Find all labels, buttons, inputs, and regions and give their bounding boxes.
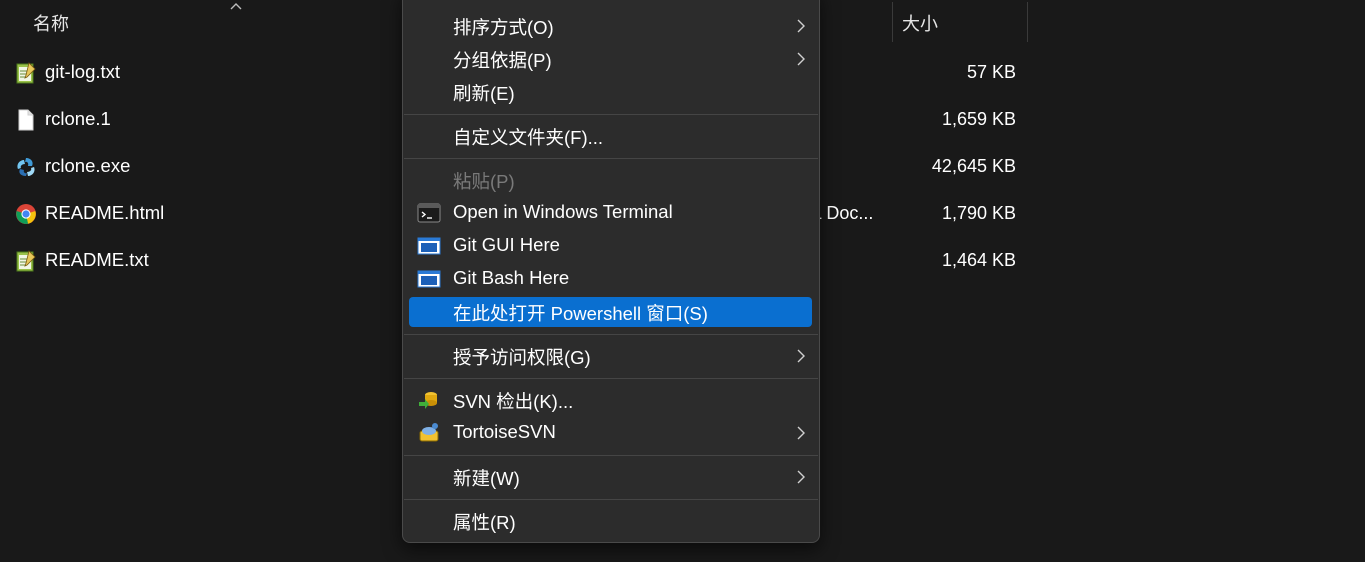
git-gui-icon	[417, 237, 441, 255]
chevron-right-icon	[797, 470, 805, 484]
menu-item-label: 在此处打开 Powershell 窗口(S)	[453, 303, 708, 324]
menu-item-git-gui[interactable]: Git GUI Here	[409, 231, 812, 261]
menu-item-label: Git Bash Here	[453, 267, 570, 288]
menu-item-open-terminal[interactable]: Open in Windows Terminal	[409, 198, 812, 228]
menu-separator	[404, 334, 818, 335]
menu-item-refresh[interactable]: 刷新(E)	[409, 77, 812, 107]
menu-item-svn-checkout[interactable]: SVN 检出(K)...	[409, 385, 812, 415]
notepad-text-file-icon	[16, 250, 36, 272]
menu-item-label: 分组依据(P)	[453, 50, 552, 71]
file-size: 1,659 KB	[941, 109, 1016, 129]
file-name: README.txt	[45, 249, 149, 270]
menu-separator	[404, 114, 818, 115]
file-size: 57 KB	[966, 62, 1016, 82]
chevron-right-icon	[797, 349, 805, 363]
chevron-right-icon	[797, 19, 805, 33]
menu-item-customize-folder[interactable]: 自定义文件夹(F)...	[409, 121, 812, 151]
menu-item-label: 自定义文件夹(F)...	[453, 127, 604, 148]
menu-item-label: Open in Windows Terminal	[453, 201, 673, 222]
git-bash-icon	[417, 270, 441, 288]
chrome-icon	[16, 204, 36, 224]
menu-item-label: 刷新(E)	[453, 83, 515, 104]
menu-separator	[404, 158, 818, 159]
menu-item-label: SVN 检出(K)...	[453, 391, 574, 412]
column-divider[interactable]	[1027, 2, 1028, 42]
menu-item-label: Git GUI Here	[453, 234, 560, 255]
menu-item-group-by[interactable]: 分组依据(P)	[409, 44, 812, 74]
menu-separator	[404, 455, 818, 456]
file-name: git-log.txt	[45, 61, 121, 82]
svn-checkout-icon	[419, 392, 437, 409]
menu-item-paste: 粘贴(P)	[409, 165, 812, 195]
file-size: 1,790 KB	[941, 203, 1016, 223]
blank-file-icon	[18, 109, 34, 131]
menu-separator	[404, 499, 818, 500]
menu-item-git-bash[interactable]: Git Bash Here	[409, 264, 812, 294]
file-explorer: 名称 大小 git-log.txt 57 KB rclone.1 1,659 K…	[0, 0, 1365, 562]
menu-separator	[404, 378, 818, 379]
file-name: rclone.exe	[45, 155, 131, 176]
column-header-size[interactable]: 大小	[902, 10, 938, 36]
terminal-icon	[417, 203, 441, 223]
file-name: rclone.1	[45, 108, 111, 129]
menu-item-label: 粘贴(P)	[453, 171, 515, 192]
menu-item-label: 新建(W)	[453, 468, 520, 489]
menu-item-label: 授予访问权限(G)	[453, 347, 591, 368]
menu-item-sort-by[interactable]: 排序方式(O)	[409, 11, 812, 41]
menu-item-tortoisesvn[interactable]: TortoiseSVN	[409, 418, 812, 448]
file-size: 1,464 KB	[941, 250, 1016, 270]
notepad-text-file-icon	[16, 62, 36, 84]
menu-item-label: 排序方式(O)	[453, 17, 554, 38]
column-header-name[interactable]: 名称	[33, 10, 69, 36]
rclone-app-icon	[17, 158, 35, 176]
file-name: README.html	[45, 202, 165, 223]
file-type: L Doc...	[812, 203, 874, 223]
menu-item-label: 属性(R)	[453, 512, 516, 533]
context-menu: 排序方式(O) 分组依据(P) 刷新(E) 自定义文件夹(F)... 粘贴(P)	[402, 0, 820, 543]
menu-item-label: TortoiseSVN	[453, 421, 556, 442]
menu-item-properties[interactable]: 属性(R)	[409, 506, 812, 536]
menu-item-new[interactable]: 新建(W)	[409, 462, 812, 492]
chevron-right-icon	[797, 52, 805, 66]
menu-item-open-powershell[interactable]: 在此处打开 Powershell 窗口(S)	[409, 297, 812, 327]
sort-ascending-icon	[230, 3, 242, 10]
menu-item-grant-access[interactable]: 授予访问权限(G)	[409, 341, 812, 371]
file-size: 42,645 KB	[931, 156, 1016, 176]
tortoisesvn-icon	[419, 423, 439, 442]
column-divider[interactable]	[892, 2, 893, 42]
chevron-right-icon	[797, 426, 805, 440]
